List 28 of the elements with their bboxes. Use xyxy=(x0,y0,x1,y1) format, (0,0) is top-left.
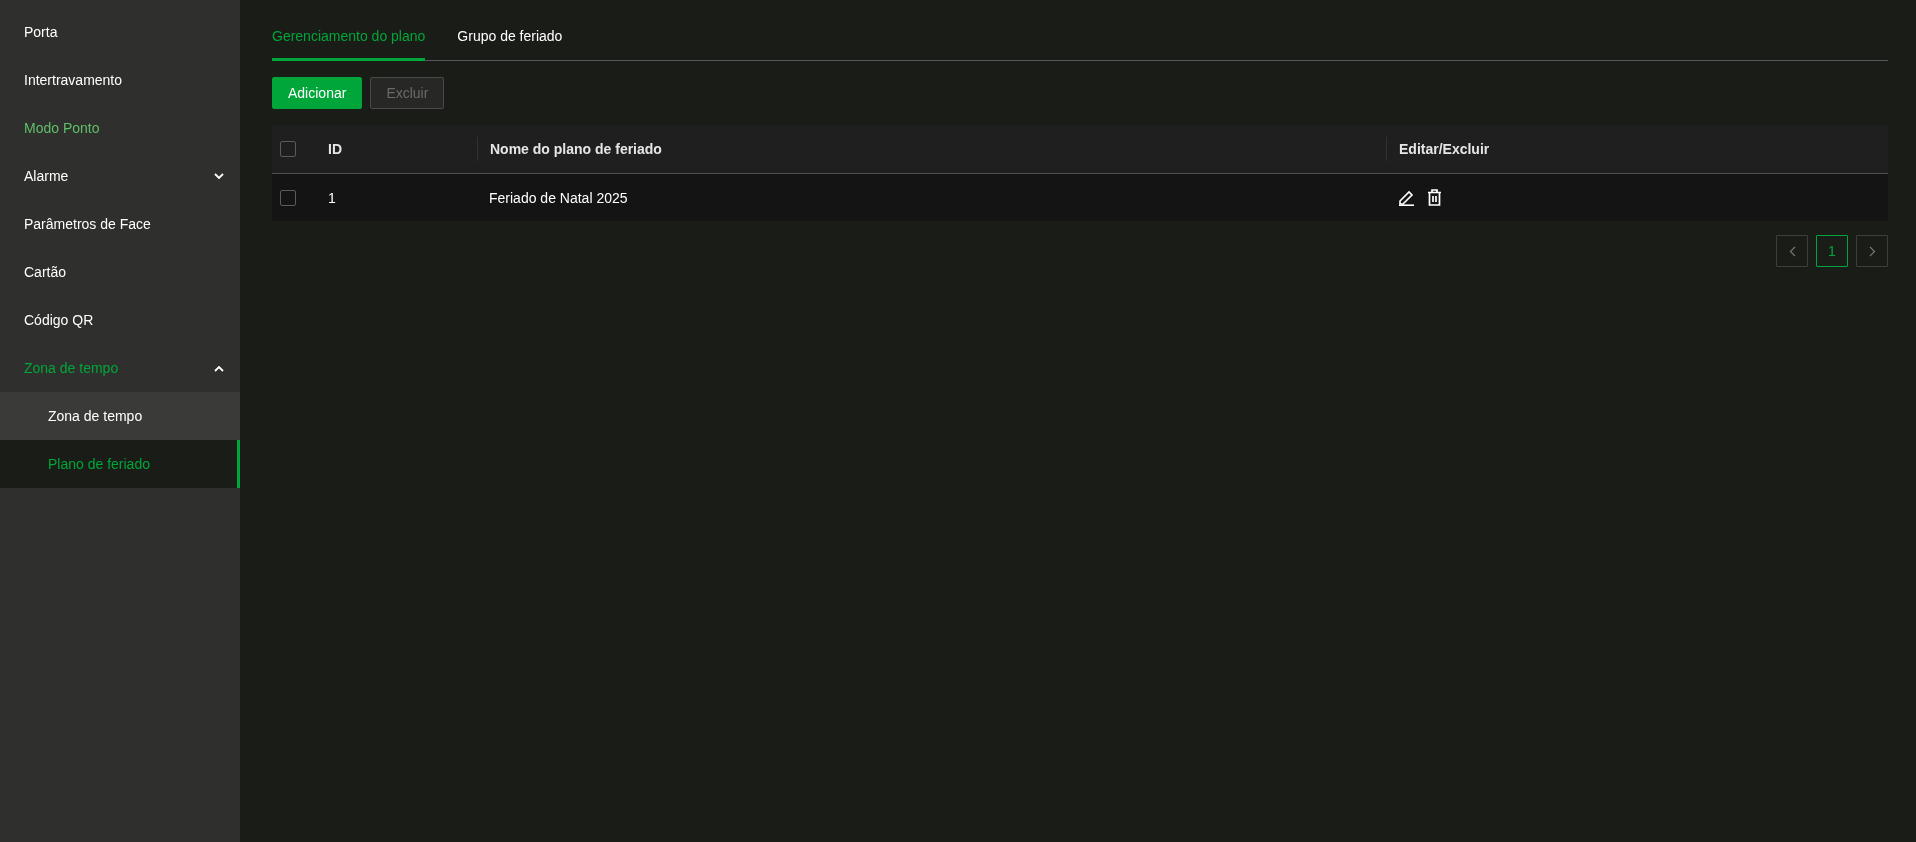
sidebar-item[interactable]: Alarme xyxy=(0,152,240,200)
sidebar-item[interactable]: Parâmetros de Face xyxy=(0,200,240,248)
table-cell-text: 1 xyxy=(328,188,336,208)
chevron-right-icon xyxy=(1868,245,1876,257)
sidebar-item[interactable]: Zona de tempo xyxy=(0,344,240,392)
sidebar-item[interactable]: Intertravamento xyxy=(0,56,240,104)
table-cell-text: Feriado de Natal 2025 xyxy=(489,188,628,208)
column-header: ID xyxy=(328,140,342,159)
sidebar-item[interactable]: Código QR xyxy=(0,296,240,344)
next-page-button[interactable] xyxy=(1856,235,1888,267)
chevron-icon xyxy=(214,172,224,180)
chevron-left-icon xyxy=(1788,245,1796,257)
checkbox[interactable] xyxy=(280,189,296,206)
tab[interactable]: Grupo de feriado xyxy=(457,20,563,61)
tab[interactable]: Gerenciamento do plano xyxy=(272,20,426,61)
page-button[interactable]: 1 xyxy=(1816,235,1848,267)
column-header: Editar/Excluir xyxy=(1399,140,1490,159)
checkbox[interactable] xyxy=(280,141,296,157)
sidebar-item[interactable]: Cartão xyxy=(0,248,240,296)
column-header: Nome do plano de feriado xyxy=(490,140,662,159)
chevron-icon xyxy=(214,364,224,372)
sidebar-subitem[interactable]: Zona de tempo xyxy=(0,392,240,440)
sidebar-subitem[interactable]: Plano de feriado xyxy=(0,440,240,488)
edit-icon[interactable] xyxy=(1398,189,1415,206)
trash-icon[interactable] xyxy=(1427,189,1442,206)
sidebar-item[interactable]: Porta xyxy=(0,8,240,56)
sidebar-item[interactable]: Modo Ponto xyxy=(0,104,240,152)
previous-page-button[interactable] xyxy=(1776,235,1808,267)
